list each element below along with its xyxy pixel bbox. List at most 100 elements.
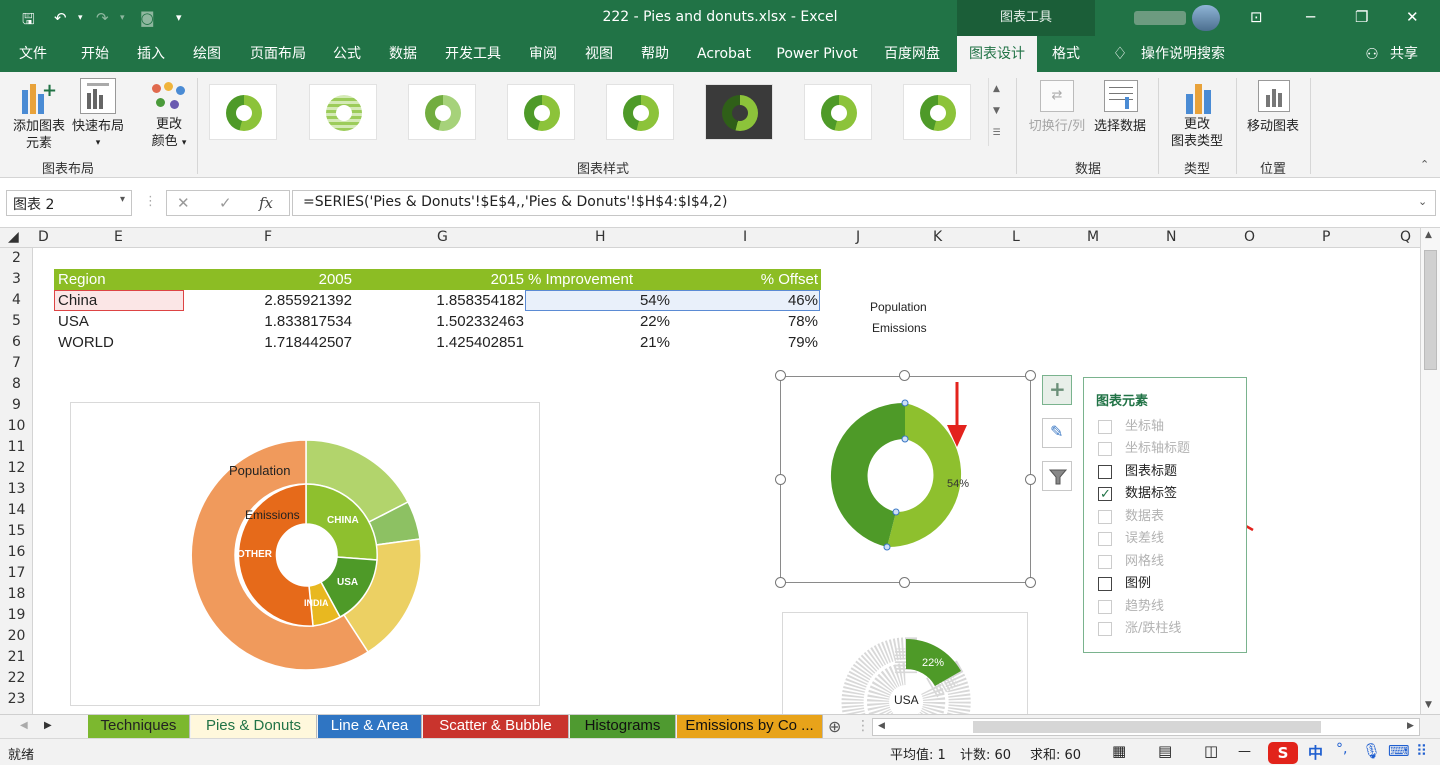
tab-acrobat[interactable]: Acrobat [690,36,758,72]
checkbox[interactable] [1098,600,1112,614]
expand-formula-icon[interactable]: ⌄ [1418,195,1427,208]
keyboard-icon[interactable]: ⌨ [1388,742,1410,760]
table-cell[interactable]: 1.718442507 [184,332,352,353]
row-header[interactable]: 12 [0,460,33,476]
data-label-22[interactable]: 22% [922,657,944,669]
chart-style-1[interactable] [209,84,277,140]
table-header[interactable]: 2015 [352,269,524,290]
table-cell[interactable]: 1.502332463 [352,311,524,332]
row-header[interactable]: 3 [0,271,33,287]
add-sheet-icon[interactable]: ⊕ [828,717,841,736]
sheet-tab-histograms[interactable]: Histograms [570,715,676,739]
row-header[interactable]: 22 [0,670,33,686]
table-cell[interactable]: 1.425402851 [352,332,524,353]
column-header[interactable]: I [743,229,747,245]
name-box[interactable]: 图表 2 ▾ [6,190,132,216]
ime-mode[interactable]: 中 [1308,742,1323,763]
row-header[interactable]: 15 [0,523,33,539]
add-chart-element-icon[interactable]: + [16,80,60,116]
row-header[interactable]: 19 [0,607,33,623]
row-header[interactable]: 9 [0,397,33,413]
scroll-up-icon[interactable]: ▲ [1425,230,1432,240]
tab-baidu-netdisk[interactable]: 百度网盘 [874,36,950,72]
column-header[interactable]: H [595,229,606,245]
table-header[interactable]: Region [58,269,184,290]
close-icon[interactable]: ✕ [1406,8,1419,26]
chart-title-line1[interactable]: Population [870,300,927,314]
column-header[interactable]: O [1244,229,1255,245]
share-button[interactable]: 共享 [1384,36,1424,72]
checkbox[interactable] [1098,532,1112,546]
column-header[interactable]: P [1322,229,1330,245]
sheet-tab-emissions[interactable]: Emissions by Co ... [677,715,823,739]
table-cell[interactable]: China [58,290,184,311]
chart-style-7[interactable] [804,84,872,140]
chart-styles-button[interactable]: ✎ [1042,418,1072,448]
column-header[interactable]: J [856,229,860,245]
tab-help[interactable]: 帮助 [630,36,680,72]
row-header[interactable]: 20 [0,628,33,644]
sogou-ime-icon[interactable]: S [1268,742,1298,764]
insert-function-icon[interactable]: fx [259,194,273,212]
tab-chart-design[interactable]: 图表设计 [957,36,1037,72]
checkbox[interactable] [1098,577,1112,591]
resize-handle[interactable] [775,474,786,485]
table-header[interactable]: % Offset [674,269,818,290]
color-palette-icon[interactable] [152,82,186,116]
column-header[interactable]: L [1012,229,1020,245]
chevron-down-icon[interactable]: ▾ [120,194,125,205]
table-header[interactable]: 2005 [184,269,352,290]
change-chart-type-button[interactable]: 更改 图表类型 [1164,116,1230,150]
scroll-thumb[interactable] [1424,250,1437,370]
table-cell[interactable]: 1.833817534 [184,311,352,332]
switch-row-column-button[interactable]: 切换行/列 [1022,118,1092,135]
chart-style-3[interactable] [408,84,476,140]
resize-handle[interactable] [899,577,910,588]
data-label-54[interactable]: 54% [947,478,969,490]
next-sheet-icon[interactable]: ▶ [44,720,52,731]
select-all-icon[interactable]: ◢ [8,229,19,245]
scroll-down-icon[interactable]: ▼ [1425,700,1432,710]
table-cell[interactable]: WORLD [58,332,184,353]
column-header[interactable]: N [1166,229,1176,245]
scroll-up-icon[interactable]: ▲ [989,78,1004,100]
chart-style-4[interactable] [507,84,575,140]
chart-style-6[interactable] [705,84,773,140]
tab-power-pivot[interactable]: Power Pivot [770,36,864,72]
column-header[interactable]: Q [1400,229,1411,245]
sheet-tab-line-area[interactable]: Line & Area [318,715,422,739]
ribbon-display-icon[interactable]: ⊡ [1250,8,1263,26]
column-header[interactable]: M [1087,229,1099,245]
chart-style-2[interactable] [309,84,377,140]
scroll-left-icon[interactable]: ◀ [878,721,885,731]
row-header[interactable]: 18 [0,586,33,602]
tab-review[interactable]: 审阅 [518,36,568,72]
resize-handle[interactable] [1025,577,1036,588]
quick-layout-button[interactable]: 快速布局 ▾ [70,118,126,152]
tab-format[interactable]: 格式 [1042,36,1090,72]
row-header[interactable]: 2 [0,250,33,266]
row-header[interactable]: 11 [0,439,33,455]
prev-sheet-icon[interactable]: ◀ [20,720,28,731]
move-chart-icon[interactable] [1258,80,1290,112]
column-header[interactable]: E [114,229,123,245]
row-header[interactable]: 6 [0,334,33,350]
punctuation-icon[interactable]: °, [1336,741,1347,757]
table-cell[interactable]: 46% [674,290,818,311]
chart-filters-button[interactable] [1042,461,1072,491]
table-cell[interactable]: 22% [528,311,670,332]
page-layout-view-icon[interactable]: ▤ [1158,742,1172,760]
checkbox[interactable] [1098,555,1112,569]
collapse-ribbon-icon[interactable]: ⌃ [1420,158,1429,171]
vertical-scrollbar[interactable]: ▲ ▼ [1420,228,1440,714]
cancel-icon[interactable]: ✕ [177,194,190,212]
tab-file[interactable]: 文件 [10,36,56,72]
scroll-thumb[interactable] [973,721,1321,733]
tab-data[interactable]: 数据 [380,36,426,72]
menu-grid-icon[interactable]: ⠿ [1416,742,1427,760]
usa-donut-chart[interactable]: 22% USA [782,612,1028,714]
row-header[interactable]: 4 [0,292,33,308]
table-cell[interactable]: 21% [528,332,670,353]
nested-donut-chart[interactable]: Population Emissions CHINA USA INDIA OTH… [70,402,540,706]
tab-home[interactable]: 开始 [70,36,120,72]
